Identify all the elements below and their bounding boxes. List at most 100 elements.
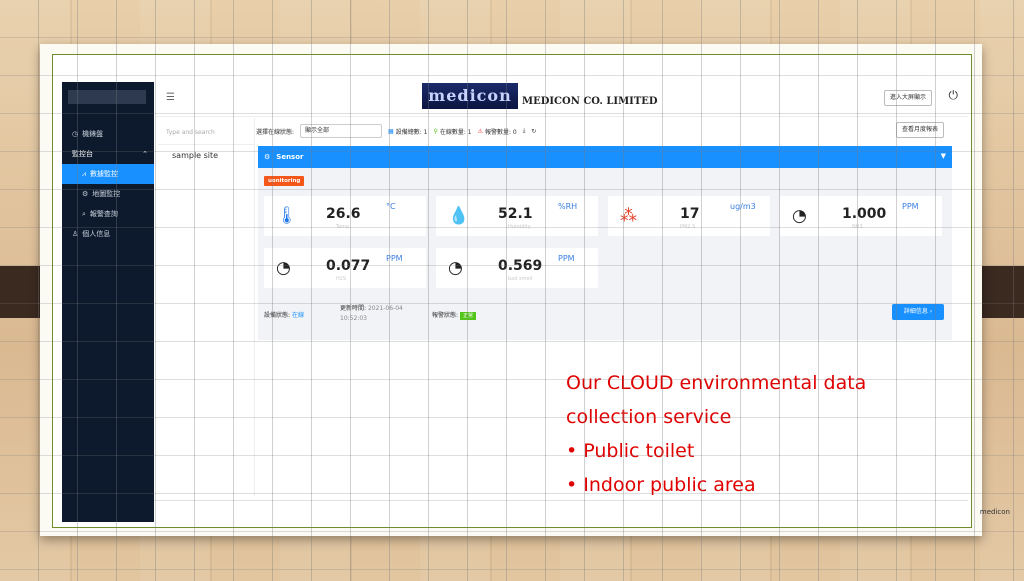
sidebar-logo (68, 90, 146, 104)
alarm-status-badge: 正常 (459, 312, 476, 320)
logout-icon[interactable]: ⏻ (949, 88, 959, 103)
online-count: ⚲ 在線數量: 1 (433, 127, 471, 136)
alarm-status: 報警狀態: 正常 (432, 310, 476, 320)
user-icon: ♙ (72, 230, 79, 238)
brand: medicon MEDICON CO. LIMITED (422, 83, 658, 109)
alarm-count: ⚠ 報警數量: 0 (478, 127, 517, 136)
sidebar-item-data-monitor[interactable]: ⩘ 數據監控 (62, 164, 154, 184)
search-icon: ⌕ (82, 210, 86, 218)
site-list-item[interactable]: sample site (158, 144, 254, 167)
sensor-value: 26.6 (326, 206, 361, 222)
sensor-card-humidity: 💧 52.1 %RH Humidity (436, 196, 598, 236)
clock-icon: ◷ (72, 130, 79, 138)
sensor-value: 52.1 (498, 206, 533, 222)
sidebar-group-monitor[interactable]: 監控台 ⌃ (62, 144, 154, 164)
device-status-value: 在線 (291, 312, 304, 319)
chevron-up-icon: ⌃ (142, 150, 148, 158)
sidebar-item-map-monitor[interactable]: ⚙ 地圖監控 (62, 184, 154, 204)
sidebar-item-label: 報警查詢 (89, 210, 118, 218)
slide-caption: Our CLOUD environmental data collection … (566, 366, 866, 502)
sidebar-item-label: 數據監控 (89, 170, 118, 178)
update-time-value: 10:52:03 (340, 315, 367, 322)
gauge-icon: ◔ (792, 206, 807, 226)
gear-icon: ⚙ (82, 190, 89, 198)
monitoring-tag: uonitoring (264, 176, 305, 186)
sensor-card-bad-smell: ◔ 0.569 PPM bad smell (436, 248, 598, 288)
sensor-name: PM2.5 (680, 224, 696, 230)
site-search-input[interactable]: Type and search (166, 126, 248, 140)
sensor-unit: ug/m3 (730, 202, 756, 211)
alarm-count-text: 報警數量: 0 (485, 128, 517, 136)
link-icon: ⚲ (433, 127, 438, 135)
online-status-label: 選擇在線狀態: (256, 128, 295, 136)
sidebar-item-alarm-query[interactable]: ⌕ 報警查詢 (62, 204, 154, 224)
update-time: 更新時間: 2021-06-04 10:52:03 (340, 304, 403, 324)
online-status-select[interactable]: 顯示全部 (300, 124, 383, 138)
sensor-unit: °C (386, 202, 396, 211)
refresh-icon[interactable]: ↻ (531, 128, 536, 135)
update-date: 2021-06-04 (367, 305, 403, 312)
filter-bar: 選擇在線狀態: 顯示全部 ▦ 設備總數: 1 ⚲ 在線數量: 1 ⚠ 報警數量: 0 … (256, 122, 956, 140)
update-time-label: 更新時間: (340, 305, 367, 312)
sensor-card-pm25: ⁂ 17 ug/m3 PM2.5 (608, 196, 770, 236)
device-status-row: 設備狀態: 在線 更新時間: 2021-06-04 10:52:03 報警狀態: … (258, 294, 952, 332)
device-status: 設備狀態: 在線 (264, 310, 304, 319)
sensor-unit: PPM (558, 254, 575, 263)
sidebar-item-label: 監控台 (72, 150, 93, 158)
sensor-value: 1.000 (842, 206, 887, 222)
device-status-label: 設備狀態: (264, 312, 291, 319)
online-count-text: 在線數量: 1 (439, 128, 472, 136)
download-icon[interactable]: ⤓ (523, 127, 526, 135)
device-total-text: 設備總數: 1 (395, 128, 428, 136)
alarm-icon: ⚠ (477, 127, 483, 135)
thermometer-icon: 🌡 (276, 206, 298, 226)
sensor-unit: PPM (386, 254, 403, 263)
sensor-settings-icon: ⚙ (264, 153, 271, 161)
monthly-report-button[interactable]: 查看月度報表 (895, 122, 944, 138)
sensor-header[interactable]: ⚙ Sensor ▼ (258, 146, 952, 168)
sidebar-item-profile[interactable]: ♙ 個人信息 (62, 224, 154, 244)
detail-button-label: 詳細信息 (903, 308, 928, 315)
particles-icon: ⁂ (620, 206, 637, 226)
grid-icon: ▦ (388, 127, 394, 135)
detail-button[interactable]: 詳細信息 › (892, 304, 944, 320)
sidebar-item-dashboard[interactable]: ◷ 機錶盤 (62, 124, 154, 144)
sensor-value: 17 (680, 206, 700, 222)
caption-bullet: • Indoor public area (566, 474, 756, 496)
sensor-name: Humidity (508, 224, 531, 230)
caption-line: Our CLOUD environmental data (566, 372, 867, 394)
sensor-name: NH3 (852, 224, 863, 230)
sidebar-item-label: 個人信息 (82, 230, 111, 238)
sensor-body: uonitoring 🌡 26.6 °C Temp 💧 52.1 %RH Hum… (258, 168, 952, 340)
sidebar-item-label: 地圖監控 (92, 190, 121, 198)
gauge-icon: ◔ (276, 258, 291, 278)
sensor-name: H2S (336, 276, 347, 282)
footer-brand: medicon (979, 508, 1010, 516)
company-name: MEDICON CO. LIMITED (522, 96, 658, 107)
sidebar-item-label: 機錶盤 (82, 130, 104, 138)
chart-icon: ⩘ (82, 170, 86, 178)
gauge-icon: ◔ (448, 258, 463, 278)
sensor-unit: PPM (902, 202, 919, 211)
sidebar: ◷ 機錶盤 監控台 ⌃ ⩘ 數據監控 ⚙ 地圖監控 ⌕ 報警查詢 ♙ 個人信息 (62, 82, 154, 522)
sensor-unit: %RH (558, 202, 578, 211)
sensor-name: bad smell (508, 276, 533, 282)
alarm-status-label: 報警狀態: (432, 312, 459, 319)
site-pane: Type and search sample site (158, 118, 255, 496)
droplet-icon: 💧 (448, 206, 470, 226)
sensor-title: Sensor (276, 153, 304, 161)
topbar: ☰ medicon MEDICON CO. LIMITED 進入大屏顯示 ⏻ (156, 82, 968, 117)
company-logo: medicon (422, 83, 518, 109)
sensor-card-nh3: ◔ 1.000 PPM NH3 (780, 196, 942, 236)
sensor-card-temp: 🌡 26.6 °C Temp (264, 196, 426, 236)
sensor-value: 0.077 (326, 258, 371, 274)
sensor-value: 0.569 (498, 258, 543, 274)
caption-bullet: • Public toilet (566, 440, 695, 462)
fullscreen-button[interactable]: 進入大屏顯示 (883, 90, 932, 106)
sensor-card-h2s: ◔ 0.077 PPM H2S (264, 248, 426, 288)
caption-line: collection service (566, 406, 732, 428)
caret-down-icon: ▼ (940, 152, 946, 160)
device-total: ▦ 設備總數: 1 (388, 127, 427, 136)
sensor-name: Temp (336, 224, 350, 230)
menu-toggle-icon[interactable]: ☰ (166, 92, 175, 103)
